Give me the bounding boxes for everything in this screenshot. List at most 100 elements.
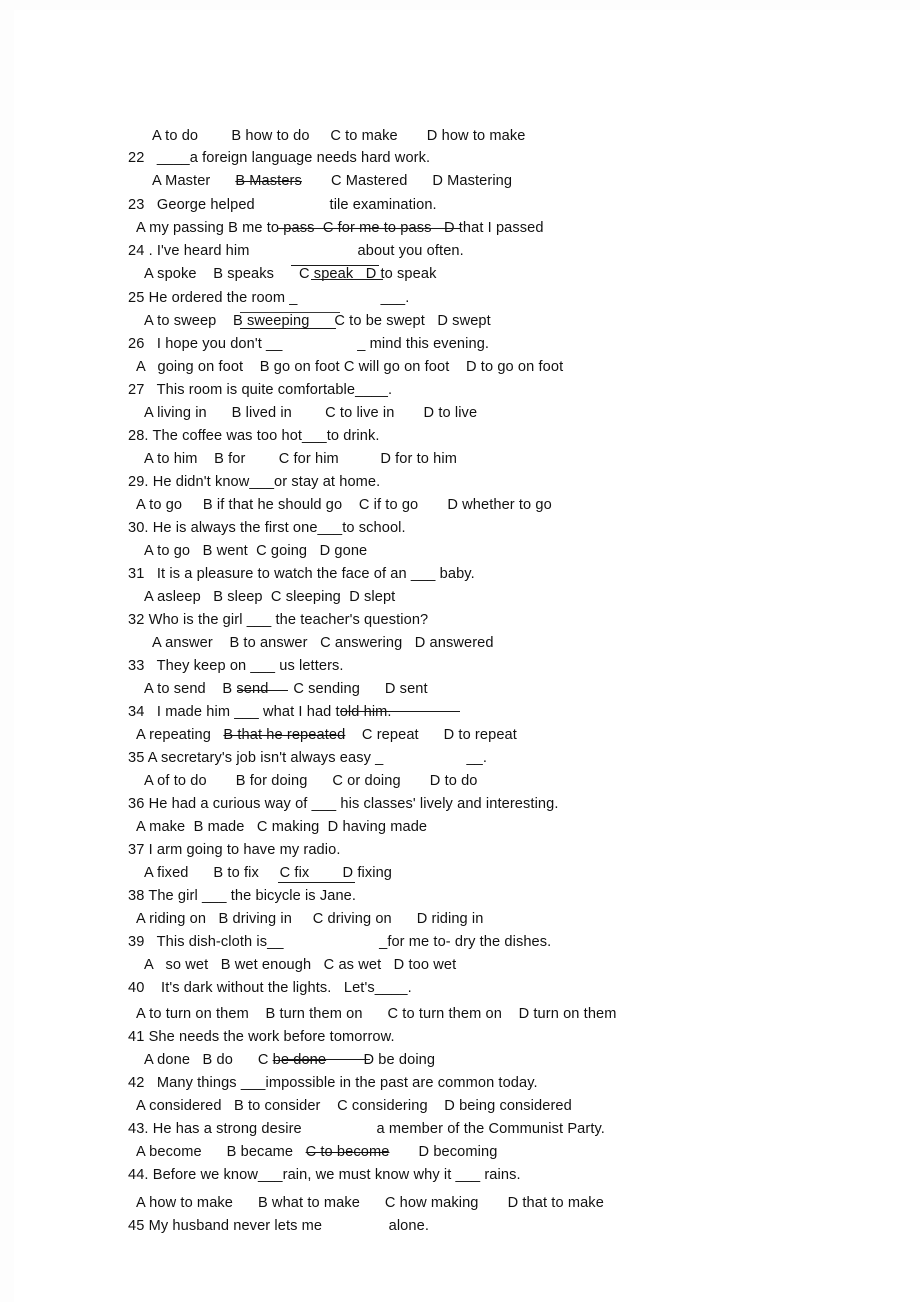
question-block: A so wet B wet enough C as wet D too wet [128,958,888,973]
question-block: 30. He is always the first one___to scho… [128,521,888,536]
question-block: 39 This dish-cloth is__ _for me to- dry … [128,935,888,950]
question-block: A to turn on them B turn them on C to tu… [128,1007,888,1022]
question-block: A to go B if that he should go C if to g… [128,498,888,513]
options-line: A fixed B to fix C fix D fixing [144,865,393,881]
options-line: A done B do C be done D be doing [144,1052,436,1068]
options-line: A to go B went C going D gone [144,543,368,559]
scanned-page: A to do B how to do C to make D how to m… [0,0,920,1302]
options-line: A repeating B that he repeated C repeat … [136,727,517,743]
question-block: A asleep B sleep C sleeping D slept [128,590,888,605]
options-line: A make B made C making D having made [136,819,428,835]
question-block: A living in B lived in C to live in D to… [128,406,888,421]
options-line: A considered B to consider C considering… [136,1098,572,1114]
question-block: 38 The girl ___ the bicycle is Jane. [128,889,888,904]
question-stem: 42 Many things ___impossible in the past… [128,1075,538,1091]
options-line: A to send B send C sending D sent [144,681,428,697]
question-block: 35 A secretary's job isn't always easy _… [128,751,888,766]
question-block: A to go B went C going D gone [128,544,888,559]
question-stem: 35 A secretary's job isn't always easy _… [128,750,488,766]
question-block: A spoke B speaks C speak D to speak [128,267,888,282]
question-stem: 40 It's dark without the lights. Let's__… [128,980,412,996]
scan-edge-top [0,0,920,10]
question-block: A Master B Masters C Mastered D Masterin… [128,174,888,189]
scan-edge-left [0,0,14,1302]
question-stem: 22 ____a foreign language needs hard wor… [128,150,431,166]
stray-underline [278,882,355,883]
question-block: 45 My husband never lets me alone. [128,1219,888,1234]
question-block: A fixed B to fix C fix D fixing [128,866,888,881]
struck-option-c: C to become [305,1144,390,1160]
options-line: A spoke B speaks C speak D to speak [144,266,437,282]
question-block: 29. He didn't know___or stay at home. [128,475,888,490]
question-stem: 34 I made him ___ what I had told him. [128,704,392,720]
options-line: A my passing B me to pass C for me to pa… [136,220,544,236]
options-line: A asleep B sleep C sleeping D slept [144,589,396,605]
question-block: A repeating B that he repeated C repeat … [128,728,888,743]
options-line: A so wet B wet enough C as wet D too wet [144,957,457,973]
question-block: 43. He has a strong desire a member of t… [128,1122,888,1137]
question-stem: 45 My husband never lets me alone. [128,1218,429,1234]
question-block: A my passing B me to pass C for me to pa… [128,221,888,236]
question-stem: 41 She needs the work before tomorrow. [128,1029,395,1045]
question-stem: 44. Before we know___rain, we must know … [128,1167,521,1183]
options-line: A riding on B driving in C driving on D … [136,911,484,927]
question-block: A done B do C be done D be doing [128,1053,888,1068]
question-stem: 28. The coffee was too hot___to drink. [128,428,380,444]
question-block: A riding on B driving in C driving on D … [128,912,888,927]
question-block: 26 I hope you don't __ _ mind this eveni… [128,337,888,352]
question-stem: 29. He didn't know___or stay at home. [128,474,381,490]
question-block: A answer B to answer C answering D answe… [128,636,888,651]
struck-option-c: be done [272,1052,327,1068]
question-stem: 38 The girl ___ the bicycle is Jane. [128,888,357,904]
question-stem: 23 George helped tile examination. [128,197,437,213]
question-stem: 33 They keep on ___ us letters. [128,658,344,674]
question-block: 22 ____a foreign language needs hard wor… [128,151,888,166]
question-stem: 39 This dish-cloth is__ _for me to- dry … [128,934,552,950]
question-block: A considered B to consider C considering… [128,1099,888,1114]
options-line: A to him B for C for him D for to him [144,451,457,467]
question-block: 24 . I've heard him about you often. [128,244,888,259]
options-line: A how to make B what to make C how makin… [136,1195,604,1211]
options-line: A living in B lived in C to live in D to… [144,405,478,421]
question-block: 31 It is a pleasure to watch the face of… [128,567,888,582]
options-line: A of to do B for doing C or doing D to d… [144,773,478,789]
question-stem: 32 Who is the girl ___ the teacher's que… [128,612,429,628]
question-block: A become B became C to become D becoming [128,1145,888,1160]
question-block: 34 I made him ___ what I had told him. [128,705,888,720]
options-line: A become B became C to become D becoming [136,1144,498,1160]
question-stem: 43. He has a strong desire a member of t… [128,1121,605,1137]
question-block: 32 Who is the girl ___ the teacher's que… [128,613,888,628]
question-block: A to sweep B sweeping C to be swept D sw… [128,314,888,329]
question-block: 33 They keep on ___ us letters. [128,659,888,674]
question-block: 27 This room is quite comfortable____. [128,383,888,398]
question-block: 25 He ordered the room _ ___. [128,291,888,306]
struck-option-b: B that he repeated [223,727,346,743]
question-block: A going on foot B go on foot C will go o… [128,360,888,375]
options-line: A going on foot B go on foot C will go o… [136,359,564,375]
question-block: A how to make B what to make C how makin… [128,1196,888,1211]
options-line: A to sweep B sweeping C to be swept D sw… [144,313,491,329]
question-block: 23 George helped tile examination. [128,198,888,213]
question-stem: 25 He ordered the room _ ___. [128,290,410,306]
question-block: 28. The coffee was too hot___to drink. [128,429,888,444]
question-block: A to him B for C for him D for to him [128,452,888,467]
question-stem: 27 This room is quite comfortable____. [128,382,393,398]
question-stem: 24 . I've heard him about you often. [128,243,464,259]
question-block: 42 Many things ___impossible in the past… [128,1076,888,1091]
struck-option-b: B Masters [235,173,302,189]
question-stem: 36 He had a curious way of ___ his class… [128,796,559,812]
question-block: A to do B how to do C to make D how to m… [128,129,888,144]
options-line: A answer B to answer C answering D answe… [152,635,494,651]
question-stem: 31 It is a pleasure to watch the face of… [128,566,475,582]
question-stem: 26 I hope you don't __ _ mind this eveni… [128,336,490,352]
question-block: 41 She needs the work before tomorrow. [128,1030,888,1045]
question-stem: 30. He is always the first one___to scho… [128,520,406,536]
question-block: 40 It's dark without the lights. Let's__… [128,981,888,996]
options-line: A to turn on them B turn them on C to tu… [136,1006,617,1022]
question-stem: 37 I arm going to have my radio. [128,842,341,858]
question-block: A make B made C making D having made [128,820,888,835]
question-block: 36 He had a curious way of ___ his class… [128,797,888,812]
question-block: 37 I arm going to have my radio. [128,843,888,858]
question-block: A of to do B for doing C or doing D to d… [128,774,888,789]
question-block: 44. Before we know___rain, we must know … [128,1168,888,1183]
